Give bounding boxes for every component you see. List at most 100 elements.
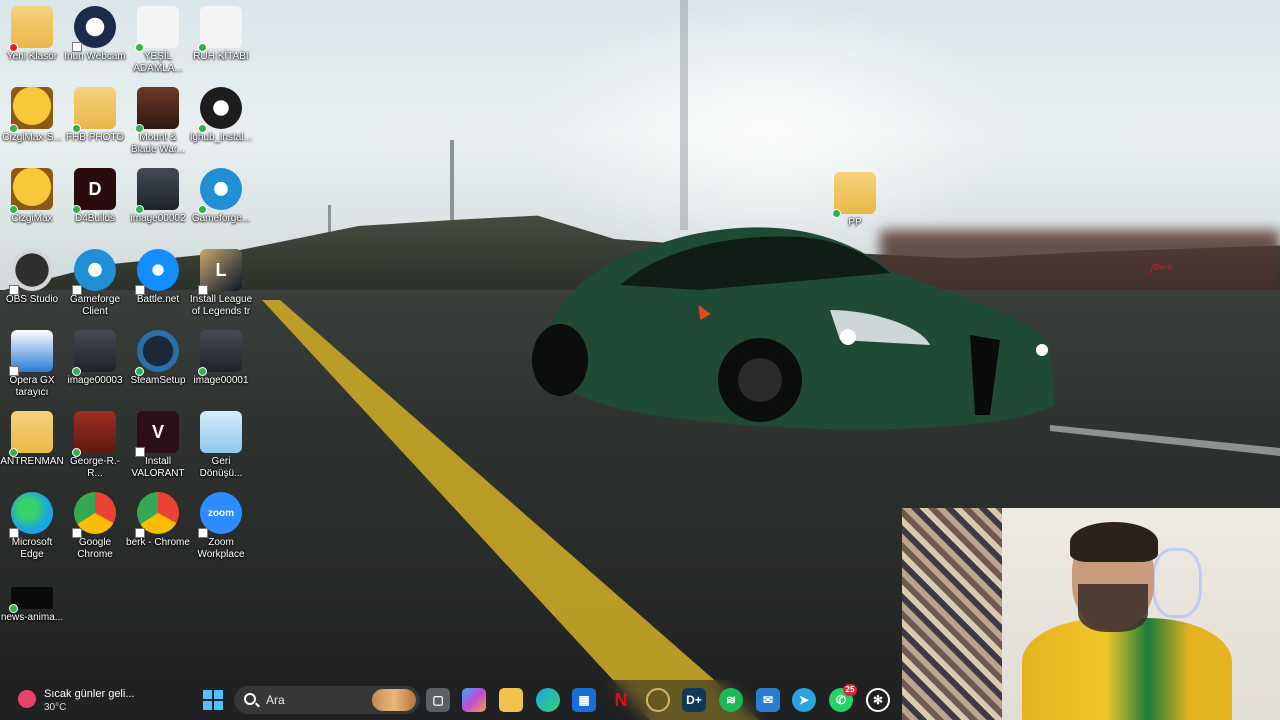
microsoft-store-button[interactable]: ▦ [572, 688, 596, 712]
desktop-icon-label: Microsoft Edge [11, 537, 53, 560]
sync-ok-icon [72, 205, 81, 214]
mail-button[interactable]: ✉ [756, 688, 780, 712]
shortcut-arrow-icon [72, 42, 82, 52]
desktop-icon[interactable]: CizgiMax-S... [0, 87, 64, 144]
zoom-wordmark: zoom [207, 507, 235, 519]
webcam-neon-light [1152, 548, 1202, 618]
webcam-icon [72, 6, 116, 52]
opera-gx-icon [9, 330, 53, 376]
desktop-icon[interactable]: George-R.-R... [63, 411, 127, 480]
desktop-icon-label: YEŞİL ADAMLA... [133, 51, 183, 74]
book-icon [72, 411, 116, 457]
search-placeholder: Ara [266, 693, 285, 707]
shortcut-arrow-icon [72, 528, 82, 538]
task-view-icon: ▢ [432, 693, 444, 707]
sync-ok-icon [9, 604, 18, 613]
weather-icon [18, 690, 36, 708]
desktop-icon[interactable]: Battle.net [126, 249, 190, 306]
shortcut-arrow-icon [9, 366, 19, 376]
desktop-icon-label: Battle.net [136, 294, 180, 305]
desktop-icon-label: Yeni Klasör [6, 51, 58, 62]
shortcut-arrow-icon [135, 285, 145, 295]
desktop-icon[interactable]: FHB PHOTO [63, 87, 127, 144]
desktop-icon[interactable]: Microsoft Edge [0, 492, 64, 561]
desktop-icon[interactable]: berk - Chrome [126, 492, 190, 549]
desktop-icon[interactable]: G Gameforge... [189, 168, 253, 225]
desktop-icon[interactable]: Opera GX tarayıcı [0, 330, 64, 399]
netflix-icon: N [614, 689, 628, 710]
webcam-person-body [1022, 618, 1232, 720]
image-icon [72, 330, 116, 376]
desktop-icon[interactable]: D D4Builds [63, 168, 127, 225]
desktop-icon-pp[interactable]: PP [823, 172, 887, 229]
desktop-icon-label: Zoom Workplace [197, 537, 245, 560]
desktop-icon[interactable]: image00001 [189, 330, 253, 387]
desktop-icon[interactable]: news-anima... [0, 573, 64, 624]
notification-badge: 25 [843, 684, 857, 696]
copilot-button[interactable] [462, 688, 486, 712]
file-explorer-button[interactable] [499, 688, 523, 712]
shortcut-arrow-icon [135, 447, 145, 457]
desktop-icon[interactable]: Iriun Webcam [63, 6, 127, 63]
sync-ok-icon [9, 205, 18, 214]
desktop-icon-label: Install VALORANT [131, 456, 185, 479]
shortcut-arrow-icon [9, 285, 19, 295]
whatsapp-button[interactable]: ✆ 25 [829, 684, 857, 712]
app-button[interactable] [646, 688, 670, 712]
desktop-icon-label: OBS Studio [5, 294, 59, 305]
desktop-icon[interactable]: SteamSetup [126, 330, 190, 387]
desktop-icon[interactable]: RUH KİTABI [189, 6, 253, 63]
watermark-logo: /ᴮᵉʳᵏ [1150, 262, 1173, 276]
image-icon [135, 168, 179, 214]
desktop-icon[interactable]: image00003 [63, 330, 127, 387]
sync-ok-icon [72, 124, 81, 133]
obs-icon [9, 249, 53, 295]
disney-plus-button[interactable]: D+ [682, 688, 706, 712]
desktop-icon-label: RUH KİTABI [193, 51, 249, 62]
desktop-icon[interactable]: zoom Zoom Workplace [189, 492, 253, 561]
desktop-icon[interactable]: CizgiMax [0, 168, 64, 225]
desktop-icon[interactable]: Yeni Klasör [0, 6, 64, 63]
desktop-icon[interactable]: V Install VALORANT [126, 411, 190, 480]
desktop-icon-label: Geri Dönüşü... [199, 456, 243, 479]
edge-button[interactable] [536, 688, 560, 712]
store-icon: ▦ [578, 693, 590, 707]
telegram-button[interactable]: ➤ [792, 688, 816, 712]
desktop-icon[interactable]: Google Chrome [63, 492, 127, 561]
telegram-icon: ➤ [798, 693, 810, 707]
desktop-icon-label: Mount & Blade War... [130, 132, 186, 155]
taskbar-search[interactable]: Ara [234, 686, 420, 714]
taskbar: Sıcak günler geli... 30°C Ara ▢ ▦ N D+ ≋… [0, 680, 902, 720]
netflix-button[interactable]: N [609, 688, 633, 712]
desktop-icon-label: Install League of Legends tr [189, 294, 253, 317]
spotify-button[interactable]: ≋ [719, 688, 743, 712]
task-view-button[interactable]: ▢ [426, 688, 450, 712]
folder-icon [832, 172, 876, 218]
webcam-person-beard [1078, 584, 1148, 632]
desktop-icon-label: FHB PHOTO [65, 132, 125, 143]
desktop-icon-label: lghub_instal... [190, 132, 252, 143]
desktop-icon[interactable]: L Install League of Legends tr [189, 249, 253, 318]
start-button[interactable] [201, 688, 225, 712]
chatgpt-button[interactable]: ✻ [866, 688, 890, 712]
weather-widget[interactable]: Sıcak günler geli... 30°C [18, 686, 158, 714]
folder-icon [9, 6, 53, 52]
desktop-icon-label: image00001 [193, 375, 249, 386]
sync-ok-icon [135, 205, 144, 214]
sync-ok-icon [72, 367, 81, 376]
desktop-icon[interactable]: Glghub_instal... [189, 87, 253, 144]
desktop-icon[interactable]: Geri Dönüşü... [189, 411, 253, 480]
desktop-icon[interactable]: G Gameforge Client [63, 249, 127, 318]
shortcut-arrow-icon [198, 528, 208, 538]
desktop-icon[interactable]: OBS Studio [0, 249, 64, 306]
desktop-icon-label: George-R.-R... [69, 456, 120, 479]
desktop-icon-label: Gameforge Client [69, 294, 121, 317]
desktop-icon[interactable]: ANTRENMAN [0, 411, 64, 468]
desktop-icon[interactable]: YEŞİL ADAMLA... [126, 6, 190, 75]
desktop-icon[interactable]: image00002 [126, 168, 190, 225]
sync-ok-icon [9, 124, 18, 133]
document-icon [135, 6, 179, 52]
desktop-icon[interactable]: Mount & Blade War... [126, 87, 190, 156]
desktop-icon-label: image00003 [67, 375, 123, 386]
desktop-icon-label: Iriun Webcam [64, 51, 126, 62]
